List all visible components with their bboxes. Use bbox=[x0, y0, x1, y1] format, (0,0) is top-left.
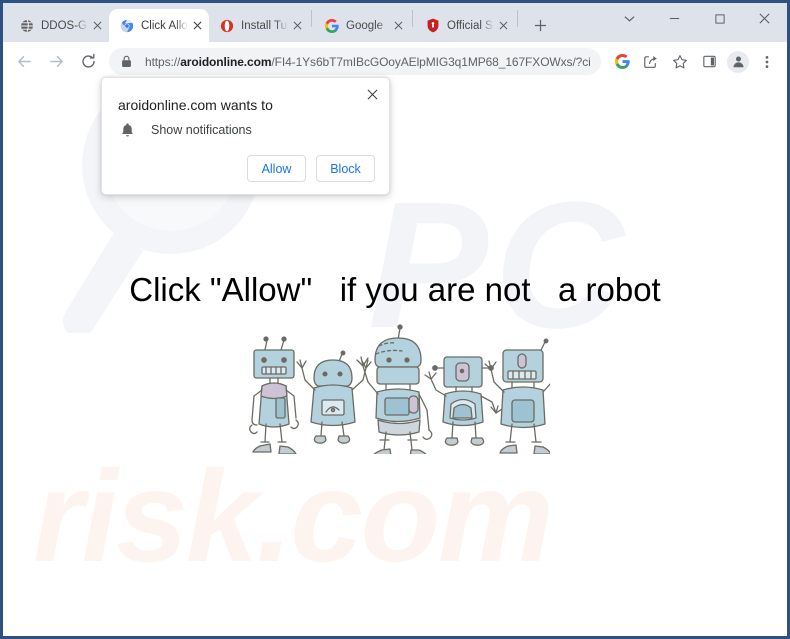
address-bar[interactable]: https://aroidonline.com/FI4-1Ys6bT7mIBcG… bbox=[109, 48, 601, 75]
dialog-actions: Allow Block bbox=[247, 155, 375, 182]
tab-close-icon[interactable] bbox=[189, 18, 205, 34]
tab-title: Click Allow bbox=[141, 19, 189, 32]
back-button[interactable] bbox=[9, 47, 39, 77]
reload-button[interactable] bbox=[73, 47, 103, 77]
tab-close-icon[interactable] bbox=[289, 18, 305, 34]
permission-row: Show notifications bbox=[120, 122, 252, 138]
bell-icon bbox=[120, 122, 137, 138]
close-icon bbox=[367, 89, 377, 99]
dialog-title: aroidonline.com wants to bbox=[118, 97, 273, 113]
lock-icon bbox=[121, 55, 137, 68]
robots-illustration bbox=[249, 324, 550, 454]
tab-close-icon[interactable] bbox=[390, 18, 406, 34]
dialog-close-icon[interactable] bbox=[363, 85, 381, 103]
page-headline: Click "Allow" if you are not a robot bbox=[129, 271, 661, 308]
tab-strip: DDOS-GU Click Allow bbox=[3, 3, 787, 42]
plus-icon bbox=[534, 19, 546, 31]
browser-window: DDOS-GU Click Allow bbox=[0, 0, 790, 639]
watermark-risk: risk.com bbox=[33, 443, 554, 589]
minimize-button[interactable] bbox=[652, 3, 697, 34]
tab-title: DDOS-GU bbox=[41, 19, 89, 32]
globe-icon bbox=[19, 18, 34, 33]
new-tab-button[interactable] bbox=[526, 11, 554, 39]
close-icon bbox=[759, 13, 770, 24]
tab-separator bbox=[412, 10, 413, 27]
window-controls bbox=[607, 3, 787, 36]
reload-icon bbox=[81, 53, 95, 68]
permission-label: Show notifications bbox=[151, 123, 252, 137]
arrow-right-icon bbox=[49, 55, 63, 68]
minimize-icon bbox=[669, 17, 680, 20]
arrow-left-icon bbox=[17, 55, 31, 68]
tab-title: Official Sit bbox=[447, 19, 495, 32]
google-lens-icon[interactable] bbox=[608, 48, 636, 76]
tab-title: Install Tur bbox=[241, 19, 289, 32]
notification-permission-dialog: aroidonline.com wants to Show notificati… bbox=[101, 77, 390, 195]
tab-search-button[interactable] bbox=[607, 3, 652, 34]
tab-close-icon[interactable] bbox=[89, 18, 105, 34]
chrome-icon bbox=[119, 18, 134, 33]
share-icon[interactable] bbox=[637, 48, 665, 76]
opera-red-circle-icon bbox=[219, 18, 234, 33]
tab-close-icon[interactable] bbox=[495, 18, 511, 34]
profile-avatar-icon[interactable] bbox=[724, 48, 752, 76]
maximize-icon bbox=[714, 13, 725, 24]
tab-separator bbox=[311, 10, 312, 27]
browser-tab-5[interactable]: Official Sit bbox=[415, 9, 515, 42]
tab-list: DDOS-GU Click Allow bbox=[3, 3, 554, 42]
forward-button[interactable] bbox=[41, 47, 71, 77]
browser-tab-2-active[interactable]: Click Allow bbox=[109, 9, 209, 42]
browser-tab-1[interactable]: DDOS-GU bbox=[9, 9, 109, 42]
chevron-down-icon bbox=[624, 16, 635, 22]
browser-tab-4[interactable]: Google bbox=[314, 9, 410, 42]
avatar bbox=[727, 50, 749, 73]
maximize-button[interactable] bbox=[697, 3, 742, 34]
red-shield-icon bbox=[425, 18, 440, 33]
browser-tab-3[interactable]: Install Tur bbox=[209, 9, 309, 42]
bookmark-star-icon[interactable] bbox=[666, 48, 694, 76]
close-button[interactable] bbox=[742, 3, 787, 34]
three-dot-menu-icon[interactable] bbox=[753, 48, 781, 76]
block-button[interactable]: Block bbox=[316, 155, 375, 182]
tab-title: Google bbox=[346, 19, 384, 32]
allow-button[interactable]: Allow bbox=[247, 155, 306, 182]
side-panel-icon[interactable] bbox=[695, 48, 723, 76]
url-text: https://aroidonline.com/FI4-1Ys6bT7mIBcG… bbox=[145, 54, 591, 69]
google-g-icon bbox=[324, 18, 339, 33]
tab-separator bbox=[517, 10, 518, 27]
browser-toolbar: https://aroidonline.com/FI4-1Ys6bT7mIBcG… bbox=[3, 42, 787, 81]
